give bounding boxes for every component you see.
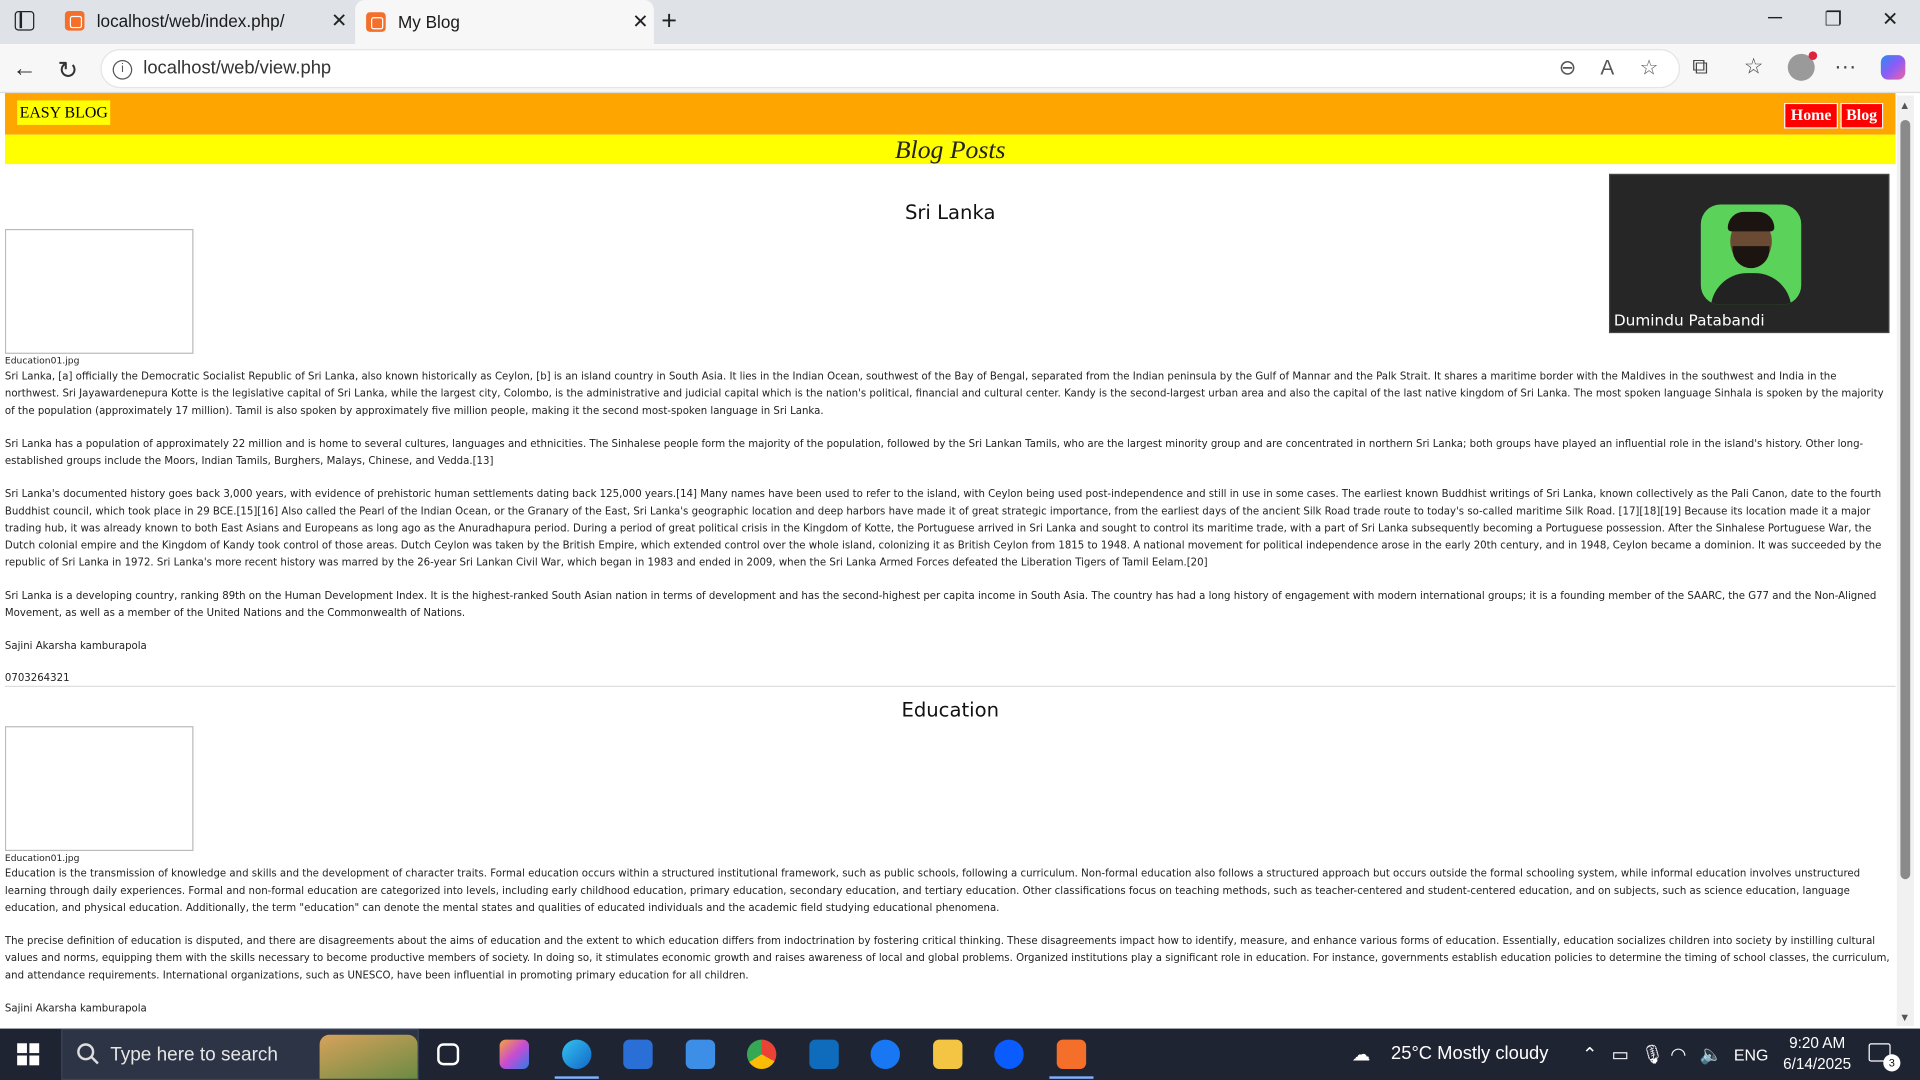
site-info-icon[interactable]: i <box>112 60 133 80</box>
copilot-icon[interactable] <box>1880 55 1906 80</box>
post-paragraph: Education is the transmission of knowled… <box>4 866 1861 914</box>
page-title: Blog Posts <box>4 134 1896 165</box>
system-clock[interactable]: 9:20 AM 6/14/2025 <box>1771 1033 1864 1075</box>
tab-close-icon[interactable]: ✕ <box>326 9 353 33</box>
web-page: EASY BLOG Home Blog Blog Posts Sri Lanka… <box>4 93 1896 1028</box>
address-bar[interactable]: i localhost/web/view.php ⊖ A ☆ <box>100 48 1681 89</box>
notifications-icon[interactable]: 3 <box>1868 1043 1901 1072</box>
browser-toolbar: ← ↻ i localhost/web/view.php ⊖ A ☆ ⧉ ☆ ·… <box>0 44 1920 94</box>
post-author: Sajini Akarsha kamburapola <box>4 639 147 652</box>
xampp-favicon-icon <box>366 12 386 32</box>
site-brand[interactable]: EASY BLOG <box>17 100 111 125</box>
tab-my-blog[interactable]: My Blog ✕ <box>355 0 654 45</box>
notification-count: 3 <box>1883 1054 1901 1072</box>
post-image <box>4 726 194 852</box>
windows-start-icon[interactable] <box>17 1043 40 1066</box>
blog-post: Education Education01.jpg Education is t… <box>4 697 1896 1014</box>
taskbar-search[interactable]: Type here to search <box>61 1028 419 1080</box>
nav-blog-button[interactable]: Blog <box>1840 102 1884 129</box>
extensions-icon[interactable]: ⧉ <box>1692 54 1708 80</box>
post-paragraph: Sri Lanka has a population of approximat… <box>4 437 1864 467</box>
file-explorer-icon[interactable] <box>933 1039 963 1069</box>
window-close-icon[interactable]: ✕ <box>1882 7 1898 31</box>
favorite-star-icon[interactable]: ☆ <box>1640 56 1659 80</box>
sidebar-toggle-icon[interactable] <box>14 11 35 31</box>
language-indicator[interactable]: ENG <box>1734 1046 1768 1064</box>
back-arrow-icon[interactable]: ← <box>12 55 36 83</box>
chrome-icon[interactable] <box>746 1039 777 1069</box>
zoom-icon[interactable] <box>994 1039 1024 1069</box>
maximize-icon[interactable]: ❐ <box>1825 7 1843 31</box>
more-menu-icon[interactable]: ··· <box>1834 54 1856 80</box>
participant-name: Dumindu Patabandi <box>1613 311 1765 330</box>
meet-now-icon[interactable]: ▭ <box>1611 1043 1628 1065</box>
clock-time: 9:20 AM <box>1789 1034 1846 1052</box>
scroll-up-icon[interactable]: ▲ <box>1899 99 1910 111</box>
search-icon <box>77 1043 95 1061</box>
tab-index[interactable]: localhost/web/index.php/ ✕ <box>54 0 353 42</box>
post-divider <box>4 685 1896 687</box>
post-title: Education <box>901 697 999 722</box>
post-paragraph: Sri Lanka is a developing country, ranki… <box>4 588 1877 619</box>
participant-photo <box>1700 204 1802 305</box>
search-placeholder: Type here to search <box>110 1044 278 1066</box>
new-tab-button[interactable]: + <box>661 5 677 37</box>
task-view-icon[interactable] <box>437 1043 460 1066</box>
weather-icon[interactable]: ☁ <box>1352 1043 1370 1065</box>
site-nav: Home Blog <box>1784 102 1884 129</box>
xampp-favicon-icon <box>64 11 85 31</box>
tab-title: localhost/web/index.php/ <box>96 11 285 31</box>
read-aloud-icon[interactable]: A <box>1600 56 1614 80</box>
copilot-taskbar-icon[interactable] <box>499 1039 529 1069</box>
weather-text[interactable]: 25°C Mostly cloudy <box>1391 1043 1548 1064</box>
post-phone: 0703264321 <box>4 671 70 684</box>
post-body: Sri Lanka, [a] officially the Democratic… <box>5 367 1893 700</box>
microphone-icon[interactable]: 🎙 <box>1641 1043 1664 1065</box>
url-text[interactable]: localhost/web/view.php <box>143 58 331 79</box>
browser-tab-bar: localhost/web/index.php/ ✕ My Blog ✕ + ─… <box>0 0 1920 45</box>
tab-close-icon[interactable]: ✕ <box>627 10 654 34</box>
post-image <box>4 228 194 354</box>
windows-taskbar: Type here to search ☁ 25°C Mostly cloudy… <box>0 1028 1920 1080</box>
post-author: Sajini Akarsha kamburapola <box>4 1001 147 1014</box>
zoom-icon[interactable]: ⊖ <box>1559 56 1576 80</box>
site-header: EASY BLOG Home Blog <box>4 93 1896 135</box>
image-caption: Education01.jpg <box>4 852 80 864</box>
microsoft-store-icon[interactable] <box>623 1039 653 1069</box>
video-call-overlay[interactable]: Dumindu Patabandi <box>1608 173 1890 334</box>
nav-home-button[interactable]: Home <box>1784 102 1838 129</box>
tab-title: My Blog <box>397 12 460 32</box>
clock-date: 6/14/2025 <box>1783 1055 1852 1073</box>
reload-icon[interactable]: ↻ <box>58 55 79 86</box>
volume-icon[interactable]: 🔈 <box>1700 1043 1723 1065</box>
xampp-icon[interactable] <box>1049 1039 1094 1079</box>
page-scrollbar[interactable]: ▲ ▼ <box>1896 95 1914 1027</box>
favorites-icon[interactable]: ☆ <box>1744 54 1764 80</box>
scrollbar-thumb[interactable] <box>1900 120 1911 880</box>
wifi-icon[interactable]: ◠ <box>1670 1043 1686 1065</box>
minimize-icon[interactable]: ─ <box>1768 7 1782 29</box>
edge-browser-icon[interactable] <box>554 1039 599 1079</box>
post-body: Education is the transmission of knowled… <box>5 864 1893 1027</box>
remote-desktop-icon[interactable] <box>685 1039 716 1069</box>
tray-chevron-icon[interactable]: ⌃ <box>1582 1043 1597 1065</box>
facebook-icon[interactable] <box>870 1039 901 1069</box>
scroll-down-icon[interactable]: ▼ <box>1899 1011 1910 1023</box>
search-highlight-image <box>319 1034 418 1079</box>
image-caption: Education01.jpg <box>4 355 80 367</box>
post-paragraph: Sri Lanka, [a] officially the Democratic… <box>4 369 1884 417</box>
profile-avatar-icon[interactable] <box>1787 51 1818 81</box>
post-paragraph: The precise definition of education is d… <box>4 934 1890 981</box>
post-paragraph: Sri Lanka's documented history goes back… <box>4 487 1882 569</box>
outlook-icon[interactable] <box>809 1039 839 1069</box>
